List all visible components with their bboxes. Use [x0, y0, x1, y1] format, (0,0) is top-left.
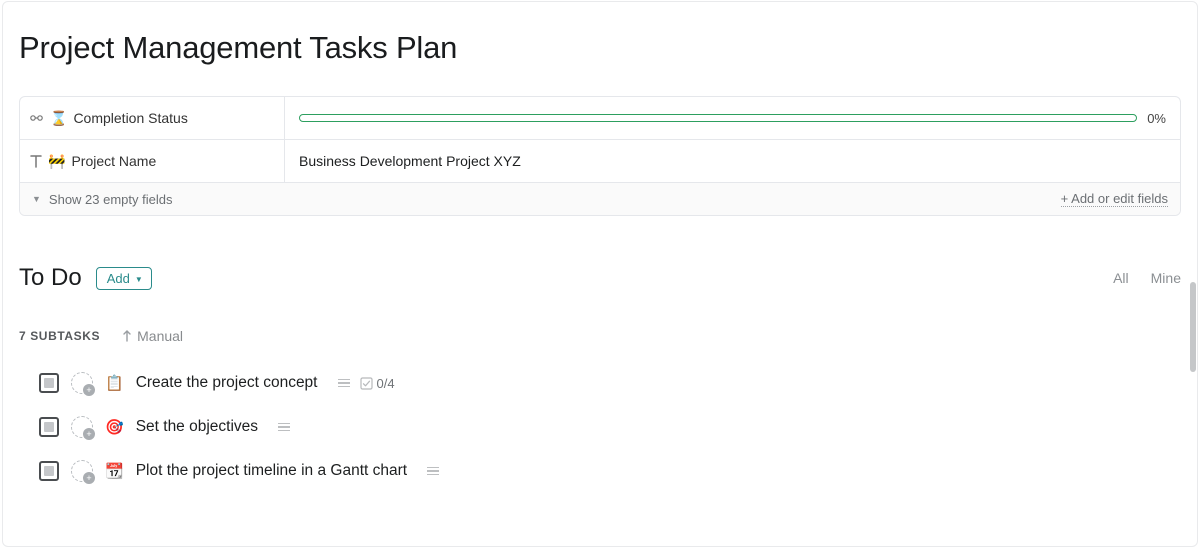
- filter-links: All Mine: [1113, 270, 1181, 286]
- completion-label-cell[interactable]: ⌛ Completion Status: [20, 97, 285, 139]
- task-row[interactable]: + 🎯 Set the objectives: [39, 416, 1181, 438]
- project-name-label-cell[interactable]: 🚧 Project Name: [20, 140, 285, 182]
- sort-label: Manual: [137, 328, 183, 344]
- description-icon[interactable]: [338, 379, 350, 388]
- progress-percent: 0%: [1147, 111, 1166, 126]
- calendar-icon: 📆: [105, 462, 124, 480]
- checklist-count[interactable]: 0/4: [360, 376, 395, 391]
- todo-heading: To Do: [19, 264, 82, 292]
- task-meta: 0/4: [338, 376, 395, 391]
- chevron-down-icon: ▼: [32, 194, 41, 204]
- task-title[interactable]: Plot the project timeline in a Gantt cha…: [136, 462, 407, 480]
- details-footer: ▼ Show 23 empty fields + Add or edit fie…: [20, 183, 1180, 215]
- plus-icon: +: [83, 428, 95, 440]
- task-checkbox[interactable]: [39, 373, 59, 393]
- plus-icon: +: [83, 472, 95, 484]
- subtask-controls: 7 SUBTASKS Manual: [19, 328, 1181, 344]
- task-list: + 📋 Create the project concept 0/4: [19, 372, 1181, 482]
- progress-wrap: 0%: [299, 111, 1166, 126]
- add-or-edit-fields[interactable]: + Add or edit fields: [1061, 191, 1168, 207]
- add-button[interactable]: Add ▼: [96, 267, 152, 290]
- completion-row: ⌛ Completion Status 0%: [20, 97, 1180, 140]
- clipboard-icon: 📋: [105, 374, 124, 392]
- project-name-text: Business Development Project XYZ: [299, 153, 521, 169]
- task-row[interactable]: + 📆 Plot the project timeline in a Gantt…: [39, 460, 1181, 482]
- task-checkbox[interactable]: [39, 461, 59, 481]
- project-name-row: 🚧 Project Name Business Development Proj…: [20, 140, 1180, 183]
- checklist-text: 0/4: [377, 376, 395, 391]
- task-title[interactable]: Create the project concept: [136, 374, 318, 392]
- section-left: To Do Add ▼: [19, 264, 152, 292]
- completion-value[interactable]: 0%: [285, 97, 1180, 139]
- sort-control[interactable]: Manual: [122, 328, 183, 344]
- show-empty-fields[interactable]: ▼ Show 23 empty fields: [32, 192, 173, 207]
- project-name-label: Project Name: [71, 153, 156, 169]
- section-header: To Do Add ▼ All Mine: [19, 264, 1181, 292]
- assign-placeholder[interactable]: +: [71, 416, 93, 438]
- task-meta: [427, 467, 439, 476]
- completion-label: Completion Status: [73, 110, 187, 126]
- details-box: ⌛ Completion Status 0%: [19, 96, 1181, 216]
- project-name-value[interactable]: Business Development Project XYZ: [285, 140, 1180, 182]
- description-icon[interactable]: [278, 423, 290, 432]
- chevron-down-icon: ▼: [135, 275, 143, 284]
- task-checkbox[interactable]: [39, 417, 59, 437]
- task-meta: [278, 423, 290, 432]
- progress-bar: [299, 114, 1137, 122]
- hourglass-icon: ⌛: [50, 110, 67, 127]
- task-row[interactable]: + 📋 Create the project concept 0/4: [39, 372, 1181, 394]
- construction-icon: 🚧: [48, 153, 65, 170]
- assign-placeholder[interactable]: +: [71, 372, 93, 394]
- add-button-label: Add: [107, 271, 130, 286]
- checklist-icon: [360, 377, 373, 390]
- task-title[interactable]: Set the objectives: [136, 418, 258, 436]
- filter-mine[interactable]: Mine: [1151, 270, 1181, 286]
- filter-all[interactable]: All: [1113, 270, 1129, 286]
- arrow-up-icon: [122, 330, 132, 342]
- formula-icon: [30, 113, 44, 123]
- target-icon: 🎯: [105, 418, 124, 436]
- page-title: Project Management Tasks Plan: [19, 30, 1181, 66]
- plus-icon: +: [83, 384, 95, 396]
- assign-placeholder[interactable]: +: [71, 460, 93, 482]
- subtask-count: 7 SUBTASKS: [19, 329, 100, 343]
- description-icon[interactable]: [427, 467, 439, 476]
- show-empty-label: Show 23 empty fields: [49, 192, 173, 207]
- text-icon: [30, 154, 42, 168]
- scrollbar-thumb[interactable]: [1190, 282, 1196, 372]
